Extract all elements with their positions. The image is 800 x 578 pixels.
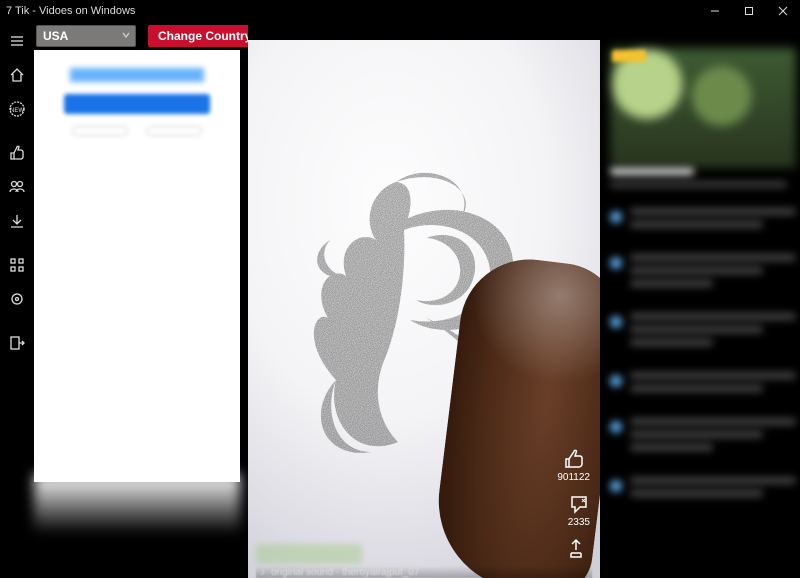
avatar-dot [610,375,622,387]
top-bar: USA Change Country [34,22,261,50]
share-icon [568,538,590,560]
download-button[interactable] [0,204,34,238]
window-controls [698,0,800,22]
feed-item[interactable] [610,208,796,234]
minimize-button[interactable] [698,0,732,22]
settings-button[interactable] [0,282,34,316]
left-panel-fade [34,474,240,534]
app-body: NEW USA Chang [0,22,800,578]
avatar-dot [610,316,622,328]
group-button[interactable] [0,170,34,204]
right-panel-caption [610,168,796,202]
home-button[interactable] [0,58,34,92]
right-panel-thumbnail[interactable] [610,48,796,168]
nav-rail: NEW [0,22,34,578]
share-action[interactable] [568,538,590,560]
menu-button[interactable] [0,24,34,58]
video-caption-text: original sound · theroyalrajput_07 [271,567,419,578]
likes-button[interactable] [0,136,34,170]
right-panel [600,22,800,578]
change-country-button[interactable]: Change Country [148,25,261,47]
title-bar: 7 Tik - Vidoes on Windows [0,0,800,22]
svg-text:NEW: NEW [10,108,24,114]
close-button[interactable] [766,0,800,22]
right-panel-feed [610,208,796,572]
video-player[interactable]: ♪ original sound · theroyalrajput_07 901… [248,22,600,578]
right-panel-badge [612,50,646,62]
comment-count: 2335 [568,517,590,528]
music-note-icon: ♪ [260,567,265,578]
change-country-label: Change Country [158,29,251,43]
comment-icon [568,493,590,515]
country-dropdown[interactable]: USA [36,25,136,47]
logout-button[interactable] [0,326,34,360]
feed-item[interactable] [610,254,796,293]
country-selected: USA [43,29,68,43]
new-badge-button[interactable]: NEW [0,92,34,126]
like-count: 901122 [557,472,590,483]
comment-action[interactable]: 2335 [568,493,590,528]
feed-item[interactable] [610,418,796,457]
window-title: 7 Tik - Vidoes on Windows [6,5,135,17]
avatar-dot [610,257,622,269]
video-actions: 901122 2335 [248,448,590,560]
left-panel [34,50,240,482]
avatar-dot [610,211,622,223]
chevron-down-icon [121,29,131,43]
feed-item[interactable] [610,477,796,503]
feed-item[interactable] [610,372,796,398]
maximize-button[interactable] [732,0,766,22]
thumb-up-icon [563,448,585,470]
avatar-dot [610,480,622,492]
feed-item[interactable] [610,313,796,352]
like-action[interactable]: 901122 [557,448,590,483]
video-frame: ♪ original sound · theroyalrajput_07 901… [248,40,600,578]
avatar-dot [610,421,622,433]
apps-button[interactable] [0,248,34,282]
